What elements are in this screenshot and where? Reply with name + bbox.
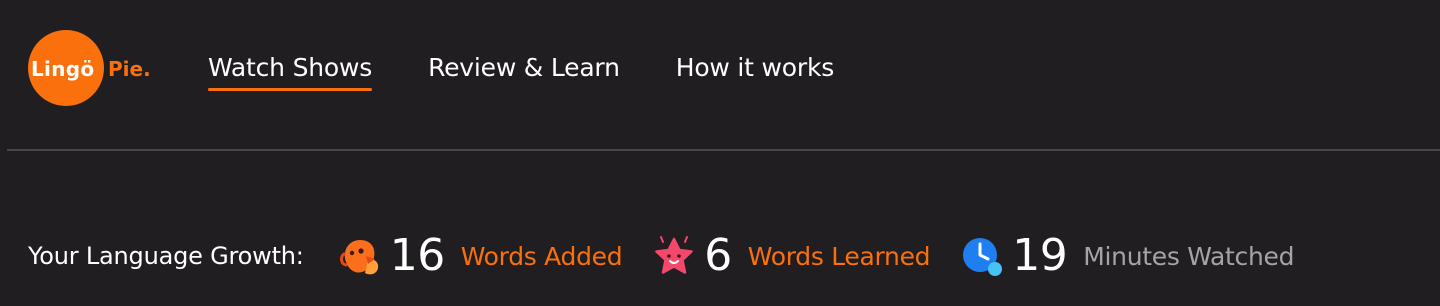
words-added-label: Words Added (460, 241, 623, 271)
nav-item-how-it-works[interactable]: How it works (676, 50, 835, 86)
lingopie-logo[interactable]: Lingö Pie. (28, 29, 151, 106)
nav-item-watch-shows[interactable]: Watch Shows (208, 50, 372, 91)
minutes-watched-count: 19 (1012, 230, 1068, 281)
stat-words-learned: 6 Words Learned (652, 230, 931, 281)
clock-icon (963, 238, 1003, 276)
bird-icon (339, 240, 378, 275)
words-added-count: 16 (389, 230, 446, 281)
growth-label: Your Language Growth: (28, 242, 304, 270)
main-nav: Watch Shows Review & Learn How it works (208, 50, 835, 91)
top-header: Lingö Pie. Watch Shows Review & Learn Ho… (0, 0, 1440, 150)
stat-minutes-watched: 19 Minutes Watched (960, 230, 1295, 281)
page: Lingö Pie. Watch Shows Review & Learn Ho… (0, 0, 1440, 306)
words-learned-label: Words Learned (747, 241, 931, 271)
words-learned-count: 6 (704, 230, 732, 281)
language-growth: Your Language Growth: 16 Words Added 6 W… (28, 226, 1295, 286)
minutes-watched-label: Minutes Watched (1083, 241, 1295, 271)
star-icon (655, 236, 694, 274)
stat-words-added: 16 Words Added (338, 231, 623, 281)
logo-text-lingo: Lingö (31, 57, 95, 81)
logo-text-pie: Pie. (108, 57, 151, 81)
header-divider (7, 149, 1440, 151)
nav-item-review-learn[interactable]: Review & Learn (428, 50, 620, 86)
